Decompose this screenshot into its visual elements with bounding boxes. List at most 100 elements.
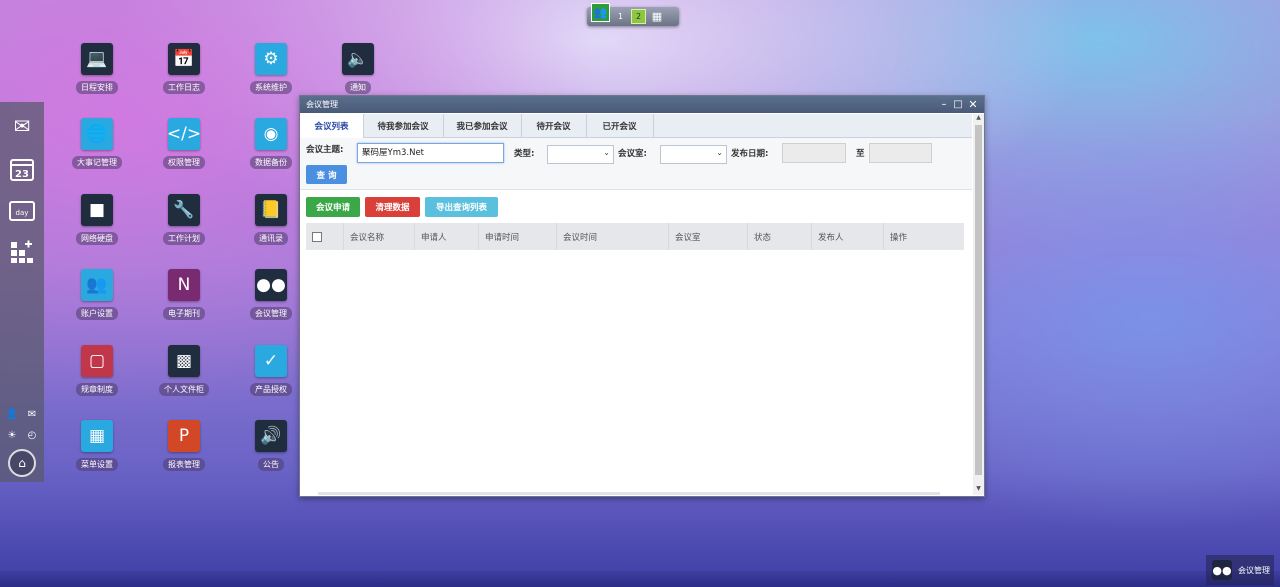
desktop-app-label: 工作计划 [163, 232, 205, 245]
disc-icon: ◉ [255, 118, 287, 150]
desktop-app[interactable]: 👥 账户设置 [62, 269, 132, 331]
schedule-icon: 💻 [81, 43, 113, 75]
desktop-app-label: 通讯录 [254, 232, 288, 245]
type-label: 类型: [514, 149, 535, 159]
desktop-page-1-button[interactable]: 1 [614, 10, 627, 23]
menu-grid-icon: ▦ [81, 420, 113, 452]
scroll-thumb[interactable] [975, 125, 982, 475]
desktop-app-label: 账户设置 [76, 307, 118, 320]
vertical-scrollbar[interactable]: ▲ ▼ [973, 114, 984, 495]
tab-held-meetings[interactable]: 已开会议 [586, 114, 654, 137]
end-date-input[interactable] [869, 143, 932, 163]
code-icon: </> [167, 118, 201, 150]
desktop-app[interactable]: ●● 会议管理 [236, 269, 306, 331]
meeting-management-window: 会议管理 – □ ✕ 会议列表 待我参加会议 我已参加会议 待开会议 已开会议 … [299, 95, 985, 497]
desktop-app[interactable]: ▢ 规章制度 [62, 345, 132, 407]
chevron-down-icon: ⌄ [716, 148, 723, 157]
desktop-app[interactable]: 📒 通讯录 [236, 194, 306, 256]
col-meeting-name[interactable]: 会议名称 [344, 223, 415, 250]
desktop-app[interactable]: ◉ 数据备份 [236, 118, 306, 180]
horizontal-scrollbar[interactable] [318, 492, 940, 495]
maximize-icon[interactable]: □ [952, 97, 964, 111]
desktop-app[interactable]: ⚙ 系统维护 [236, 43, 306, 105]
apply-meeting-button[interactable]: 会议申请 [306, 197, 360, 217]
desktop-switcher: 👥 1 2 ▦ [587, 3, 679, 26]
scroll-up-icon[interactable]: ▲ [973, 114, 984, 124]
col-applicant[interactable]: 申请人 [415, 223, 479, 250]
desktop-app[interactable]: 🌐 大事记管理 [62, 118, 132, 180]
message-icon[interactable]: ✉ [24, 406, 40, 422]
taskbar-item-meeting[interactable]: ●● 会议管理 [1206, 555, 1274, 585]
select-all-cell [306, 223, 344, 250]
desktop-app[interactable]: 📅 工作日志 [149, 43, 219, 105]
desktop-page-2-button[interactable]: 2 [631, 9, 646, 24]
window-titlebar[interactable]: 会议管理 – □ ✕ [300, 96, 984, 113]
close-icon[interactable]: ✕ [967, 97, 979, 111]
wallet-icon: ▢ [81, 345, 113, 377]
tab-attended-meetings[interactable]: 我已参加会议 [443, 114, 522, 137]
desktop-app[interactable]: ▦ 菜单设置 [62, 420, 132, 482]
desktop-app-label: 日程安排 [76, 81, 118, 94]
theme-icon[interactable]: ☀ [4, 427, 20, 443]
clear-data-button[interactable]: 清理数据 [365, 197, 420, 217]
col-apply-time[interactable]: 申请时间 [479, 223, 557, 250]
export-list-button[interactable]: 导出查询列表 [425, 197, 498, 217]
powerpoint-icon: P [168, 420, 200, 452]
desktop-app-label: 会议管理 [250, 307, 292, 320]
calendar-day: 23 [15, 169, 29, 180]
desktop-app[interactable]: </> 权限管理 [149, 118, 219, 180]
worklog-icon: 📅 [168, 43, 200, 75]
home-button[interactable]: ⌂ [6, 449, 38, 477]
scroll-down-icon[interactable]: ▼ [973, 485, 984, 495]
person-icon[interactable]: 👤 [4, 406, 20, 422]
wrench-icon: 🔧 [168, 194, 200, 226]
desktop-app[interactable]: N 电子期刊 [149, 269, 219, 331]
desktop-app[interactable]: P 报表管理 [149, 420, 219, 482]
query-button[interactable]: 查 询 [306, 165, 347, 184]
grid-icon[interactable]: ▦ [650, 10, 664, 23]
desktop-app-label: 报表管理 [163, 458, 205, 471]
desktop-app-label: 系统维护 [250, 81, 292, 94]
desktop-app-label: 权限管理 [163, 156, 205, 169]
speaker-icon: 🔈 [342, 43, 374, 75]
taskbar-item-label: 会议管理 [1238, 565, 1270, 575]
tab-pending-meetings[interactable]: 待我参加会议 [363, 114, 444, 137]
select-all-checkbox[interactable] [312, 231, 322, 242]
tab-meeting-list[interactable]: 会议列表 [300, 114, 364, 138]
desktop-app[interactable]: 🔧 工作计划 [149, 194, 219, 256]
col-publisher[interactable]: 发布人 [812, 223, 884, 250]
type-select[interactable]: ⌄ [547, 145, 614, 164]
journal-icon: N [168, 269, 200, 301]
minimize-icon[interactable]: – [938, 97, 950, 111]
left-dock: ✉ 23 day 👤 ✉ ☀ ◴ ⌂ [0, 102, 44, 482]
address-book-icon: 📒 [255, 194, 287, 226]
tab-upcoming-meetings[interactable]: 待开会议 [521, 114, 587, 137]
user-icon[interactable]: 👥 [591, 3, 610, 22]
calendar-icon[interactable]: 23 [6, 155, 38, 183]
system-maintenance-icon: ⚙ [255, 43, 287, 75]
topic-input[interactable]: 聚码屋Ym3.Net [357, 143, 504, 163]
desktop-app[interactable]: 💻 日程安排 [62, 43, 132, 105]
add-app-icon[interactable] [6, 238, 38, 266]
desktop-app[interactable]: ▩ 个人文件柜 [149, 345, 219, 407]
meeting-icon: ●● [255, 269, 287, 301]
day-icon[interactable]: day [6, 197, 38, 225]
mail-icon[interactable]: ✉ [6, 112, 38, 140]
desktop-app-label: 电子期刊 [163, 307, 205, 320]
room-select[interactable]: ⌄ [660, 145, 727, 164]
desktop-app[interactable]: ■ 网络硬盘 [62, 194, 132, 256]
desktop-app[interactable]: ✓ 产品授权 [236, 345, 306, 407]
meeting-icon: ●● [1212, 560, 1232, 580]
desktop-app-label: 大事记管理 [72, 156, 122, 169]
col-meeting-room[interactable]: 会议室 [669, 223, 748, 250]
meeting-table-header: 会议名称 申请人 申请时间 会议时间 会议室 状态 发布人 操作 [306, 223, 964, 250]
clock-icon[interactable]: ◴ [24, 427, 40, 443]
col-operation[interactable]: 操作 [884, 223, 964, 250]
search-panel: 会议主题: 聚码屋Ym3.Net 类型: ⌄ 会议室: ⌄ 发布日期: 至 查 … [300, 138, 972, 190]
desktop-app[interactable]: 🔊 公告 [236, 420, 306, 482]
col-status[interactable]: 状态 [748, 223, 812, 250]
col-meeting-time[interactable]: 会议时间 [557, 223, 669, 250]
drive-icon: ■ [81, 194, 113, 226]
taskbar [0, 571, 1280, 587]
start-date-input[interactable] [782, 143, 846, 163]
